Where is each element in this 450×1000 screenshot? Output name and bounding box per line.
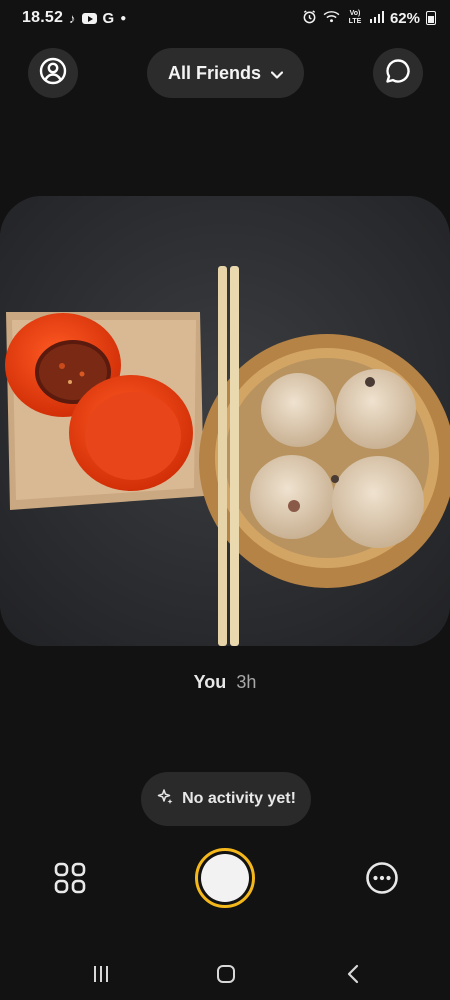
profile-button[interactable] xyxy=(28,48,78,98)
back-button[interactable] xyxy=(338,962,368,990)
tiktok-icon: ♪ xyxy=(69,10,76,26)
home-icon xyxy=(216,964,236,989)
alarm-icon xyxy=(302,9,317,28)
grid-view-button[interactable] xyxy=(50,860,90,900)
status-bar: 18.52 ♪ G ● Vo) LTE 62% xyxy=(0,0,450,36)
battery-percent: 62% xyxy=(389,9,420,27)
post-author[interactable]: You xyxy=(194,672,227,693)
back-icon xyxy=(346,964,360,989)
food-photo-image xyxy=(0,196,450,646)
top-bar: All Friends xyxy=(0,48,450,100)
post-caption: You 3h xyxy=(0,672,450,693)
system-nav-bar xyxy=(0,950,450,1000)
chat-button[interactable] xyxy=(373,48,423,98)
youtube-icon xyxy=(81,12,97,24)
post-photo[interactable] xyxy=(0,196,450,646)
battery-icon xyxy=(426,11,436,25)
shutter-inner xyxy=(201,854,249,902)
friends-filter-label: All Friends xyxy=(167,62,261,83)
chevron-down-icon xyxy=(270,63,284,84)
status-time: 18.52 xyxy=(22,9,64,26)
shutter-button[interactable] xyxy=(195,848,255,908)
chat-icon xyxy=(384,57,412,90)
post-time: 3h xyxy=(236,672,257,692)
profile-icon xyxy=(39,57,67,90)
activity-label: No activity yet! xyxy=(182,790,296,807)
home-button[interactable] xyxy=(211,962,241,990)
more-icon xyxy=(365,861,399,900)
sparkle-icon xyxy=(156,788,174,811)
bottom-controls xyxy=(0,846,450,910)
signal-icon xyxy=(369,10,384,27)
wifi-icon xyxy=(323,10,340,27)
recents-icon xyxy=(92,965,110,988)
network-label: Vo) LTE xyxy=(348,10,362,25)
g-icon: G xyxy=(102,9,115,27)
notification-dot-icon: ● xyxy=(120,12,127,24)
activity-button[interactable]: No activity yet! xyxy=(141,772,311,826)
friends-filter-button[interactable]: All Friends xyxy=(147,48,304,98)
grid-icon xyxy=(54,862,86,899)
more-options-button[interactable] xyxy=(362,860,402,900)
recents-button[interactable] xyxy=(86,962,116,990)
